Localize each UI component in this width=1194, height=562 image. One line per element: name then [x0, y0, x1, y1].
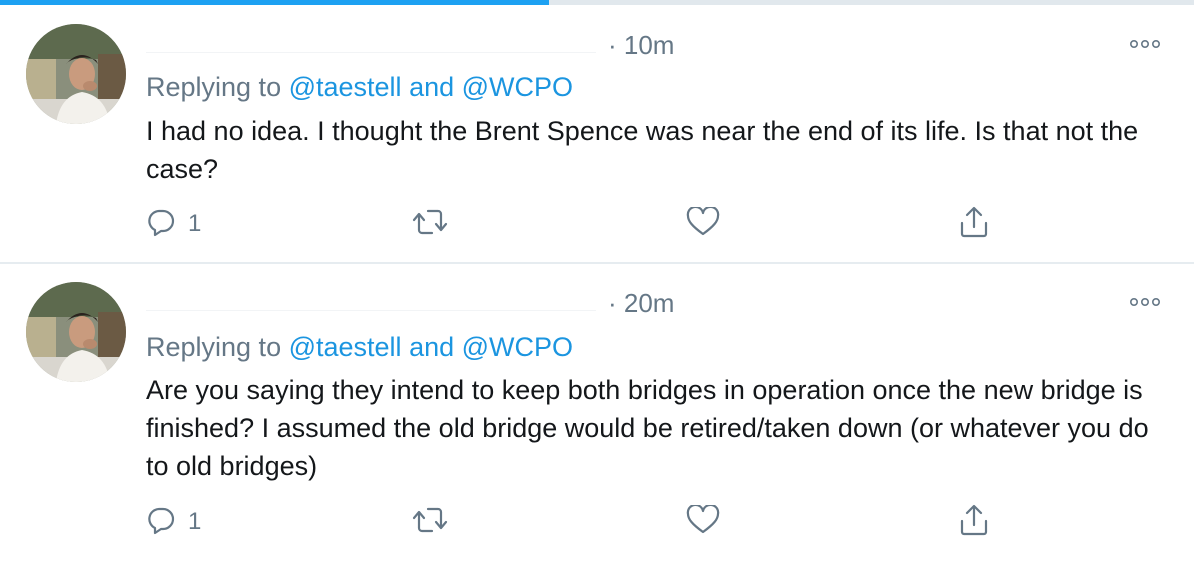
tweet-text: I had no idea. I thought the Brent Spenc… [146, 116, 1139, 184]
tweet-timestamp[interactable]: · 20m [608, 288, 674, 319]
avatar[interactable] [26, 24, 126, 124]
tweet-header: · 20m [146, 288, 1106, 322]
share-button[interactable] [958, 502, 990, 542]
share-icon [958, 503, 990, 542]
reply-icon [146, 505, 176, 540]
tweet-header: · 10m [146, 30, 1106, 64]
tweet-actions: 1 [146, 204, 1006, 244]
retweet-icon [410, 505, 450, 540]
mention-link[interactable]: @WCPO [462, 332, 573, 362]
reply-count: 1 [188, 210, 202, 237]
retweet-button[interactable] [410, 204, 450, 244]
reply-button[interactable]: 1 [146, 204, 201, 244]
more-icon[interactable] [1128, 34, 1162, 54]
retweet-icon [410, 207, 450, 242]
tweet-text: Are you saying they intend to keep both … [146, 375, 1149, 481]
redacted-author-name [146, 310, 596, 311]
reply-icon [146, 207, 176, 242]
like-button[interactable] [686, 204, 720, 244]
retweet-button[interactable] [410, 502, 450, 542]
mention-link[interactable]: @taestell [289, 332, 402, 362]
reply-button[interactable]: 1 [146, 502, 201, 542]
reply-count: 1 [188, 508, 202, 535]
tweet-actions: 1 [146, 502, 1006, 542]
mention-joiner: and [401, 72, 462, 102]
more-icon[interactable] [1128, 292, 1162, 312]
like-icon [686, 503, 720, 540]
replying-to-line: Replying to @taestell and @WCPO [146, 72, 573, 103]
like-icon [686, 205, 720, 242]
like-button[interactable] [686, 502, 720, 542]
avatar[interactable] [26, 282, 126, 382]
mention-joiner: and [401, 332, 462, 362]
loading-progress-bar [0, 0, 1194, 5]
mention-link[interactable]: @WCPO [462, 72, 573, 102]
share-button[interactable] [958, 204, 990, 244]
replying-to-label: Replying to [146, 332, 289, 362]
tweet-timestamp[interactable]: · 10m [608, 30, 674, 61]
redacted-author-name [146, 52, 596, 53]
share-icon [958, 205, 990, 244]
mention-link[interactable]: @taestell [289, 72, 402, 102]
tweet[interactable]: · 20m Replying to @taestell and @WCPO Ar… [0, 266, 1194, 562]
replying-to-label: Replying to [146, 72, 289, 102]
loading-progress-fill [0, 0, 550, 5]
replying-to-line: Replying to @taestell and @WCPO [146, 332, 573, 363]
tweet[interactable]: · 10m Replying to @taestell and @WCPO I … [0, 8, 1194, 264]
